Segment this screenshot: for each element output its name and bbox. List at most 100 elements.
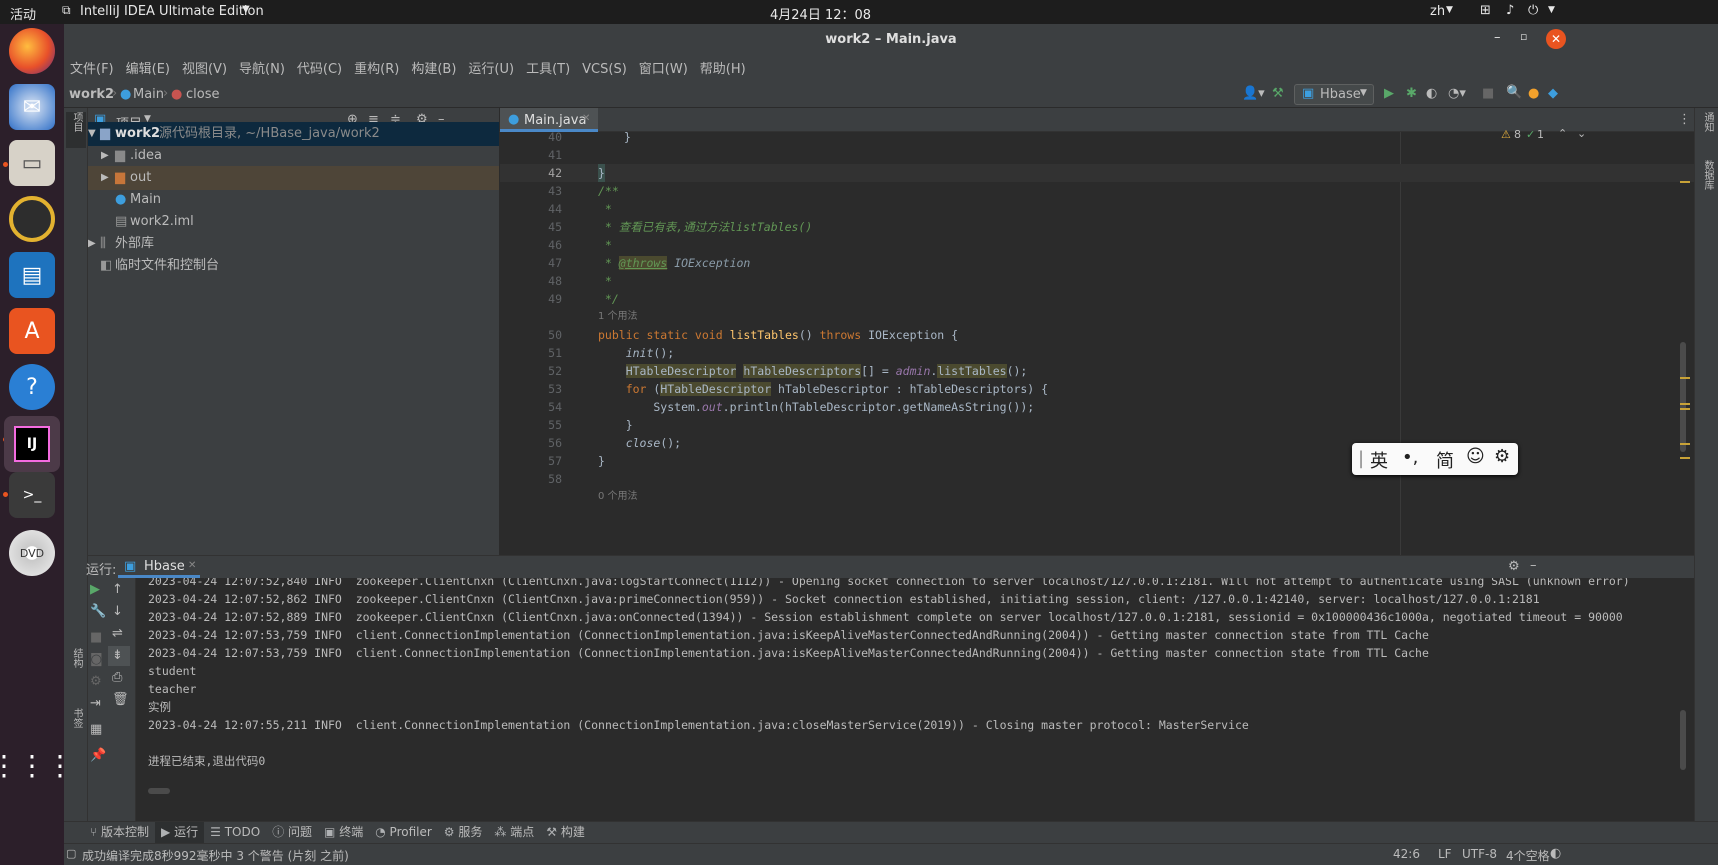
thunderbird-icon[interactable]: ✉: [9, 84, 55, 130]
status-panel-icon[interactable]: ▢: [66, 847, 76, 860]
power-icon[interactable]: ⏻: [1528, 3, 1538, 18]
menu-file[interactable]: 文件(F): [64, 58, 120, 82]
help-icon[interactable]: ?: [9, 364, 55, 410]
lock-icon[interactable]: ◐: [1550, 846, 1561, 861]
terminal-icon[interactable]: >_: [9, 472, 55, 518]
user-icon[interactable]: 👤▾: [1242, 86, 1265, 101]
console-hscrollbar[interactable]: [148, 788, 170, 794]
indent-setting[interactable]: 4个空格: [1506, 847, 1550, 864]
ime-punct[interactable]: •,: [1402, 447, 1418, 468]
tab-endpoints[interactable]: ⁂ 端点: [488, 822, 540, 843]
tab-services[interactable]: ⚙ 服务: [438, 822, 489, 843]
tree-item-scratches[interactable]: ◧ 临时文件和控制台: [88, 254, 499, 278]
coverage-icon[interactable]: ◐: [1426, 86, 1437, 101]
volume-icon[interactable]: ♪: [1506, 3, 1514, 18]
input-method-indicator[interactable]: zh: [1430, 4, 1445, 19]
run-icon[interactable]: ▶: [1384, 86, 1394, 101]
notifications-tool-button[interactable]: 通知: [1697, 112, 1717, 132]
structure-tool-button[interactable]: 结构: [66, 648, 86, 668]
list-icon: ☰: [210, 825, 221, 839]
debug-icon[interactable]: ✱: [1406, 86, 1417, 101]
software-center-icon[interactable]: A: [9, 308, 55, 354]
console-scrollbar[interactable]: [1680, 710, 1686, 770]
menu-navigate[interactable]: 导航(N): [233, 58, 291, 82]
tab-run[interactable]: ▶ 运行: [155, 822, 205, 843]
stop-icon[interactable]: ■: [1482, 86, 1494, 101]
hide-icon[interactable]: –: [1530, 558, 1537, 573]
tab-terminal[interactable]: ▣ 终端: [318, 822, 369, 843]
minimize-icon[interactable]: –: [1494, 30, 1501, 45]
tree-item-out[interactable]: ▶ ▆ out: [88, 166, 499, 190]
editor-scrollbar[interactable]: [1680, 342, 1686, 452]
gear-icon[interactable]: ⚙: [1508, 559, 1520, 574]
tree-item-main[interactable]: ● Main: [88, 188, 499, 212]
menu-run[interactable]: 运行(U): [462, 58, 520, 82]
close-tab-icon[interactable]: ✕: [582, 113, 590, 124]
tree-item-idea[interactable]: ▶ ▆ .idea: [88, 144, 499, 168]
code-area[interactable]: 40} 41 42} 43/** 44 * 45 * 查看已有表,通过方法lis…: [500, 128, 1680, 555]
tab-version-control[interactable]: ⑂ 版本控制: [84, 822, 155, 843]
files-icon[interactable]: ▭: [9, 140, 55, 186]
menu-vcs[interactable]: VCS(S): [576, 58, 633, 82]
run-tab-hbase[interactable]: ▣ Hbase ✕: [118, 556, 200, 578]
tab-build[interactable]: ⚒ 构建: [540, 822, 591, 843]
menu-help[interactable]: 帮助(H): [694, 58, 752, 82]
usage-hint[interactable]: 0 个用法: [598, 488, 638, 506]
breadcrumb-method[interactable]: close: [186, 87, 219, 102]
menu-edit[interactable]: 编辑(E): [120, 58, 176, 82]
breadcrumb-project[interactable]: work2: [69, 87, 114, 102]
code-editor[interactable]: ● Main.java ✕ ⋮ ⚠ 8 ✓ 1 ⌃ ⌄ 40} 41 42} 4…: [500, 108, 1694, 555]
build-hammer-icon[interactable]: ⚒: [1272, 86, 1284, 101]
error-stripe-mark: [1680, 377, 1690, 379]
app-menu-button[interactable]: IntelliJ IDEA Ultimate Edition: [80, 4, 264, 19]
menu-code[interactable]: 代码(C): [291, 58, 348, 82]
ide-features-icon[interactable]: ◆: [1548, 86, 1558, 101]
menu-refactor[interactable]: 重构(R): [348, 58, 405, 82]
more-icon[interactable]: ⋮: [1678, 112, 1691, 127]
show-apps-icon[interactable]: ⋮⋮⋮: [0, 742, 74, 788]
tab-label: 版本控制: [101, 825, 150, 839]
menu-window[interactable]: 窗口(W): [633, 58, 694, 82]
rhythmbox-icon[interactable]: [9, 196, 55, 242]
run-panel: 运行: ▣ Hbase ✕ ⚙ – ▶ ↑ 🔧 ↓ ⇌ ■ ⇟ ◙ ⎙ ⚙ 🗑 …: [86, 555, 1694, 822]
menu-build[interactable]: 构建(B): [405, 58, 462, 82]
bookmarks-tool-button[interactable]: 书签: [66, 708, 86, 728]
clock[interactable]: 4月24日 12：08: [770, 4, 871, 23]
close-icon[interactable]: ✕: [1546, 29, 1566, 49]
usage-hint[interactable]: 1 个用法: [598, 308, 638, 326]
line-separator[interactable]: LF: [1438, 847, 1452, 861]
intellij-icon[interactable]: IJ: [4, 416, 60, 472]
menu-view[interactable]: 视图(V): [176, 58, 233, 82]
close-tab-icon[interactable]: ✕: [188, 560, 196, 571]
tab-todo[interactable]: ☰ TODO: [204, 822, 266, 843]
tab-problems[interactable]: ⓘ 问题: [266, 822, 318, 843]
chevron-down-icon: ▼: [1548, 5, 1555, 15]
profile-icon[interactable]: ◔▾: [1448, 86, 1466, 101]
breadcrumb-class[interactable]: Main: [133, 87, 164, 102]
tab-profiler[interactable]: ◔ Profiler: [369, 822, 438, 843]
run-config-select[interactable]: Hbase: [1320, 87, 1361, 102]
database-tool-button[interactable]: 数据库: [1697, 160, 1717, 190]
ime-mode[interactable]: 英: [1370, 447, 1388, 473]
writer-icon[interactable]: ▤: [9, 252, 55, 298]
maximize-icon[interactable]: ▫: [1520, 30, 1527, 43]
file-encoding[interactable]: UTF-8: [1462, 847, 1497, 861]
project-tool-button[interactable]: 项目: [66, 112, 86, 148]
search-icon[interactable]: 🔍: [1506, 85, 1522, 100]
firefox-icon[interactable]: [9, 28, 55, 74]
gear-icon[interactable]: ⚙: [1494, 446, 1510, 467]
console-output[interactable]: 2023-04-24 12:07:52,840 INFO zookeeper.C…: [88, 578, 1694, 822]
dvd-icon[interactable]: DVD: [9, 530, 55, 576]
tree-root[interactable]: ▼ ▆ work2 源代码根目录, ~/HBase_java/work2: [88, 122, 499, 146]
activities-button[interactable]: 活动: [10, 4, 36, 23]
ime-toolbar[interactable]: | 英 •, 简 ☺ ⚙: [1352, 443, 1518, 475]
caret-position[interactable]: 42:6: [1393, 847, 1420, 861]
tree-item-iml[interactable]: ▤ work2.iml: [88, 210, 499, 234]
emoji-icon[interactable]: ☺: [1466, 446, 1485, 467]
ime-simplified[interactable]: 简: [1436, 447, 1454, 473]
status-message[interactable]: 成功编译完成8秒992毫秒中 3 个警告 (片刻 之前): [82, 847, 349, 864]
update-icon[interactable]: ●: [1528, 86, 1539, 101]
menu-tools[interactable]: 工具(T): [520, 58, 576, 82]
network-icon[interactable]: ⊞: [1480, 3, 1491, 18]
tree-item-external-libs[interactable]: ▶ ⫼ 外部库: [88, 232, 499, 256]
